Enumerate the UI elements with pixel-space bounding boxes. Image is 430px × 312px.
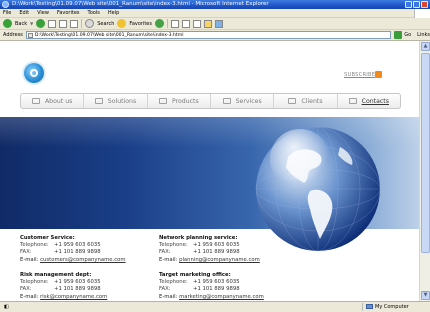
nav-solutions[interactable]: Solutions	[84, 94, 148, 108]
back-button[interactable]: Back	[15, 21, 27, 27]
rss-icon[interactable]	[375, 71, 382, 78]
main-nav: About us Solutions Products Services Cli…	[20, 93, 401, 109]
menu-tools[interactable]: Tools	[88, 10, 100, 16]
email-link[interactable]: customers@companyname.com	[40, 257, 125, 264]
favorites-icon[interactable]	[117, 19, 127, 28]
page-viewport: SUBSCRIBE About us Solutions Products Se…	[0, 41, 419, 301]
status-zone: My Computer	[362, 303, 428, 311]
nav-services[interactable]: Services	[211, 94, 275, 108]
services-icon	[222, 98, 231, 104]
nav-clients[interactable]: Clients	[274, 94, 338, 108]
close-button[interactable]	[421, 1, 428, 8]
menu-file[interactable]: File	[3, 10, 11, 16]
address-label: Address	[3, 32, 23, 38]
about-icon	[31, 98, 40, 104]
go-arrow-icon	[394, 31, 403, 39]
globe-image	[250, 117, 380, 259]
address-url: D:\Work\Testing\01.09.07\Web site\001_Ra…	[34, 33, 184, 38]
contact-customer-service: Customer Service: Telephone: +1 959 603 6…	[20, 235, 126, 264]
ie-icon	[2, 1, 9, 8]
search-button[interactable]: Search	[97, 21, 114, 27]
scroll-up-icon[interactable]: ▲	[421, 42, 430, 51]
computer-icon	[366, 304, 373, 309]
go-label: Go	[404, 32, 412, 38]
stop-icon[interactable]	[48, 19, 57, 28]
email-link[interactable]: planning@companyname.com	[179, 257, 260, 264]
contact-head: Target marketing office:	[159, 272, 231, 278]
favorites-button[interactable]: Favorites	[129, 21, 152, 27]
site-logo[interactable]	[24, 63, 44, 83]
contact-head: Network planning service:	[159, 235, 238, 241]
forward-arrow-icon[interactable]	[36, 19, 46, 28]
contact-head: Risk management dept:	[20, 272, 92, 278]
nav-about-us[interactable]: About us	[21, 94, 85, 108]
folder-icon[interactable]	[204, 19, 212, 28]
menu-favorites[interactable]: Favorites	[57, 10, 80, 16]
home-icon[interactable]	[70, 19, 79, 28]
maximize-button[interactable]	[413, 1, 420, 8]
contact-head: Customer Service:	[20, 235, 75, 241]
nav-products[interactable]: Products	[148, 94, 211, 108]
window-titlebar: D:\Work\Testing\01.09.07\Web site\001_Ra…	[0, 0, 430, 9]
contact-target-marketing: Target marketing office: Telephone: +1 95…	[159, 272, 264, 301]
solutions-icon	[94, 98, 103, 104]
search-icon[interactable]	[85, 19, 95, 28]
mail-icon[interactable]	[171, 19, 179, 28]
address-bar: Address D:\Work\Testing\01.09.07\Web sit…	[0, 30, 430, 41]
contacts-icon	[348, 98, 357, 104]
back-dropdown-icon[interactable]: ▼	[30, 21, 33, 26]
subscribe-link[interactable]: SUBSCRIBE	[344, 72, 375, 78]
minimize-button[interactable]	[405, 1, 412, 8]
windows-logo-icon	[414, 9, 430, 18]
contact-risk-management: Risk management dept: Telephone: +1 959 6…	[20, 272, 108, 301]
menubar: File Edit View Favorites Tools Help	[0, 9, 430, 18]
contact-network-planning: Network planning service: Telephone: +1 9…	[159, 235, 260, 264]
window-title: D:\Work\Testing\01.09.07\Web site\001_Ra…	[12, 1, 269, 7]
links-label[interactable]: Links	[417, 32, 430, 38]
vertical-scrollbar[interactable]: ▲ ▼	[419, 41, 430, 301]
scroll-thumb[interactable]	[421, 53, 430, 253]
toolbar: Back ▼ Search Favorites	[0, 18, 430, 30]
refresh-icon[interactable]	[59, 19, 68, 28]
email-link[interactable]: risk@companyname.com	[40, 294, 107, 301]
address-input[interactable]: D:\Work\Testing\01.09.07\Web site\001_Ra…	[25, 31, 392, 39]
statusbar: ◧ My Computer	[0, 301, 430, 312]
print-icon[interactable]	[182, 19, 190, 28]
edit-icon[interactable]	[193, 19, 201, 28]
status-page-icon: ◧	[4, 304, 9, 310]
messenger-icon[interactable]	[215, 19, 223, 28]
menu-help[interactable]: Help	[108, 10, 119, 16]
globe-icon	[255, 126, 380, 252]
clients-icon	[288, 98, 297, 104]
menu-edit[interactable]: Edit	[19, 10, 29, 16]
products-icon	[158, 98, 167, 104]
page-icon	[27, 33, 33, 38]
menu-view[interactable]: View	[37, 10, 49, 16]
email-link[interactable]: marketing@companyname.com	[179, 294, 264, 301]
history-icon[interactable]	[155, 19, 164, 28]
scroll-down-icon[interactable]: ▼	[421, 291, 430, 300]
nav-contacts[interactable]: Contacts	[338, 94, 400, 108]
go-button[interactable]: Go	[394, 31, 411, 39]
back-arrow-icon[interactable]	[3, 19, 12, 28]
